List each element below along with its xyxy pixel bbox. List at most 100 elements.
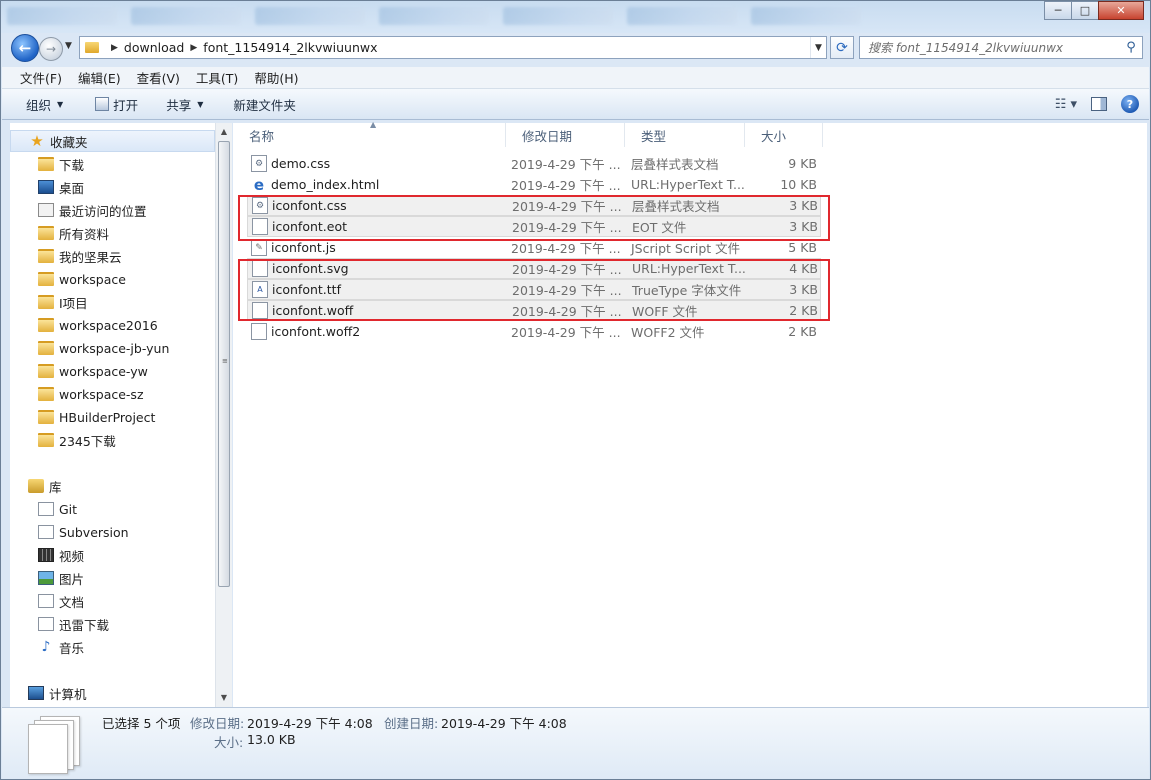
file-row[interactable]: ⚙ iconfont.css 2019-4-29 下午 ... 层叠样式表文档 … bbox=[247, 195, 821, 216]
chevron-right-icon[interactable]: ▶ bbox=[111, 43, 118, 53]
document-icon bbox=[38, 594, 54, 608]
picture-icon bbox=[38, 571, 54, 585]
nav-item-git[interactable]: Git bbox=[10, 498, 215, 520]
file-type: WOFF2 文件 bbox=[631, 325, 705, 340]
refresh-icon: ⟳ bbox=[836, 39, 848, 56]
nav-item-xunlei[interactable]: 迅雷下载 bbox=[10, 613, 215, 635]
recent-pages-dropdown[interactable]: ▼ bbox=[65, 41, 72, 51]
file-row[interactable]: iconfont.woff 2019-4-29 下午 ... WOFF 文件 2… bbox=[247, 300, 821, 321]
scroll-up-arrow-icon[interactable]: ▲ bbox=[216, 123, 232, 139]
desktop-icon bbox=[38, 180, 54, 194]
nav-item-label: 迅雷下载 bbox=[59, 617, 110, 633]
nav-item-pictures[interactable]: 图片 bbox=[10, 567, 215, 589]
nav-item-label: Git bbox=[59, 501, 78, 517]
nav-item-2345-downloads[interactable]: 2345下载 bbox=[10, 429, 215, 451]
menu-view[interactable]: 查看(V) bbox=[129, 68, 188, 87]
file-name: iconfont.ttf bbox=[272, 282, 341, 297]
address-dropdown[interactable]: ▼ bbox=[810, 37, 826, 58]
file-row[interactable]: iconfont.svg 2019-4-29 下午 ... URL:HyperT… bbox=[247, 258, 821, 279]
nav-computer[interactable]: 计算机 bbox=[10, 682, 215, 704]
nav-item-all-docs[interactable]: 所有资料 bbox=[10, 222, 215, 244]
column-header-size[interactable]: 大小 bbox=[745, 123, 823, 147]
preview-pane-icon[interactable] bbox=[1091, 97, 1107, 111]
search-icon[interactable]: ⚲ bbox=[1120, 40, 1142, 55]
breadcrumb-download[interactable]: download bbox=[124, 40, 184, 55]
size-label: 大小: bbox=[214, 735, 244, 750]
folder-icon bbox=[38, 157, 54, 171]
forward-button[interactable]: → bbox=[39, 37, 63, 61]
open-button[interactable]: 打开 bbox=[75, 89, 150, 119]
column-header-name[interactable]: 名称 ▲ bbox=[233, 120, 506, 147]
folder-icon bbox=[38, 433, 54, 447]
file-size: 9 KB bbox=[788, 156, 817, 171]
file-row[interactable]: ⚙ demo.css 2019-4-29 下午 ... 层叠样式表文档 9 KB bbox=[247, 153, 821, 174]
nav-item-workspace[interactable]: workspace bbox=[10, 268, 215, 290]
organize-button[interactable]: 组织 ▼ bbox=[2, 89, 75, 119]
title-bar[interactable]: ─ □ ✕ bbox=[1, 1, 1150, 33]
navigation-scrollbar[interactable]: ▲ ≡ ▼ bbox=[215, 123, 232, 707]
column-header-type[interactable]: 类型 bbox=[625, 123, 745, 147]
blank-file-icon bbox=[252, 218, 268, 235]
search-input[interactable]: 搜索 font_1154914_2lkvwiuunwx bbox=[860, 39, 1120, 56]
css-file-icon: ⚙ bbox=[251, 155, 267, 172]
nav-item-workspace-jb-yun[interactable]: workspace-jb-yun bbox=[10, 337, 215, 359]
scroll-down-arrow-icon[interactable]: ▼ bbox=[216, 689, 232, 705]
css-file-icon: ⚙ bbox=[252, 197, 268, 214]
chevron-right-icon[interactable]: ▶ bbox=[190, 43, 197, 53]
nav-item-label: 所有资料 bbox=[59, 226, 110, 242]
nav-item-documents[interactable]: 文档 bbox=[10, 590, 215, 612]
nav-item-jianguoyun[interactable]: 我的坚果云 bbox=[10, 245, 215, 267]
chevron-down-icon: ▼ bbox=[197, 99, 204, 109]
scrollbar-thumb[interactable]: ≡ bbox=[218, 141, 230, 587]
music-note-icon: ♪ bbox=[41, 639, 51, 655]
nav-item-music[interactable]: ♪ 音乐 bbox=[10, 636, 215, 658]
file-name: demo_index.html bbox=[271, 177, 380, 192]
nav-item-projects[interactable]: I项目 bbox=[10, 291, 215, 313]
nav-item-desktop[interactable]: 桌面 bbox=[10, 176, 215, 198]
nav-item-workspace2016[interactable]: workspace2016 bbox=[10, 314, 215, 336]
navigation-pane: ★ 收藏夹 下载 桌面 最近访问的位置 所有资料 我的坚果云 workspace… bbox=[10, 123, 215, 707]
nav-item-subversion[interactable]: Subversion bbox=[10, 521, 215, 543]
folder-icon bbox=[38, 226, 54, 240]
file-row[interactable]: e demo_index.html 2019-4-29 下午 ... URL:H… bbox=[247, 174, 821, 195]
nav-item-videos[interactable]: 视频 bbox=[10, 544, 215, 566]
breadcrumb-current-folder[interactable]: font_1154914_2lkvwiuunwx bbox=[203, 40, 377, 55]
change-view-icon[interactable]: ☷ ▾ bbox=[1055, 97, 1077, 112]
details-pane: 已选择 5 个项 修改日期: 2019-4-29 下午 4:08 创建日期: 2… bbox=[2, 707, 1149, 779]
nav-item-label: workspace-yw bbox=[59, 363, 148, 379]
new-folder-label: 新建文件夹 bbox=[233, 97, 296, 113]
menu-file[interactable]: 文件(F) bbox=[12, 68, 70, 87]
nav-item-workspace-yw[interactable]: workspace-yw bbox=[10, 360, 215, 382]
file-type: WOFF 文件 bbox=[632, 304, 698, 319]
menu-edit[interactable]: 编辑(E) bbox=[70, 68, 129, 87]
folder-icon bbox=[38, 364, 54, 378]
new-folder-button[interactable]: 新建文件夹 bbox=[215, 89, 308, 119]
maximize-button[interactable]: □ bbox=[1071, 1, 1099, 20]
close-button[interactable]: ✕ bbox=[1098, 1, 1144, 20]
column-header-date[interactable]: 修改日期 bbox=[506, 123, 625, 147]
nav-item-label: workspace-sz bbox=[59, 386, 144, 402]
help-icon[interactable]: ? bbox=[1121, 95, 1139, 113]
menu-tools[interactable]: 工具(T) bbox=[188, 68, 246, 87]
file-row[interactable]: A iconfont.ttf 2019-4-29 下午 ... TrueType… bbox=[247, 279, 821, 300]
nav-item-recent[interactable]: 最近访问的位置 bbox=[10, 199, 215, 221]
git-library-icon bbox=[38, 502, 54, 516]
nav-libraries[interactable]: 库 bbox=[10, 475, 215, 497]
minimize-button[interactable]: ─ bbox=[1044, 1, 1072, 20]
video-icon bbox=[38, 548, 54, 562]
menu-help[interactable]: 帮助(H) bbox=[246, 68, 306, 87]
file-row[interactable]: iconfont.eot 2019-4-29 下午 ... EOT 文件 3 K… bbox=[247, 216, 821, 237]
nav-item-hbuilder[interactable]: HBuilderProject bbox=[10, 406, 215, 428]
nav-favorites[interactable]: ★ 收藏夹 bbox=[10, 130, 215, 152]
file-row[interactable]: iconfont.woff2 2019-4-29 下午 ... WOFF2 文件… bbox=[247, 321, 821, 342]
file-row[interactable]: ✎ iconfont.js 2019-4-29 下午 ... JScript S… bbox=[247, 237, 821, 258]
file-type: JScript Script 文件 bbox=[631, 241, 741, 256]
address-bar[interactable]: ▶ download ▶ font_1154914_2lkvwiuunwx ▼ bbox=[79, 36, 827, 59]
search-box[interactable]: 搜索 font_1154914_2lkvwiuunwx ⚲ bbox=[859, 36, 1143, 59]
nav-item-workspace-sz[interactable]: workspace-sz bbox=[10, 383, 215, 405]
nav-item-downloads[interactable]: 下载 bbox=[10, 153, 215, 175]
back-button[interactable]: ← bbox=[11, 34, 39, 62]
share-button[interactable]: 共享 ▼ bbox=[150, 89, 215, 119]
refresh-button[interactable]: ⟳ bbox=[830, 36, 854, 59]
command-bar: 组织 ▼ 打开 共享 ▼ 新建文件夹 ☷ ▾ ? bbox=[2, 89, 1149, 120]
